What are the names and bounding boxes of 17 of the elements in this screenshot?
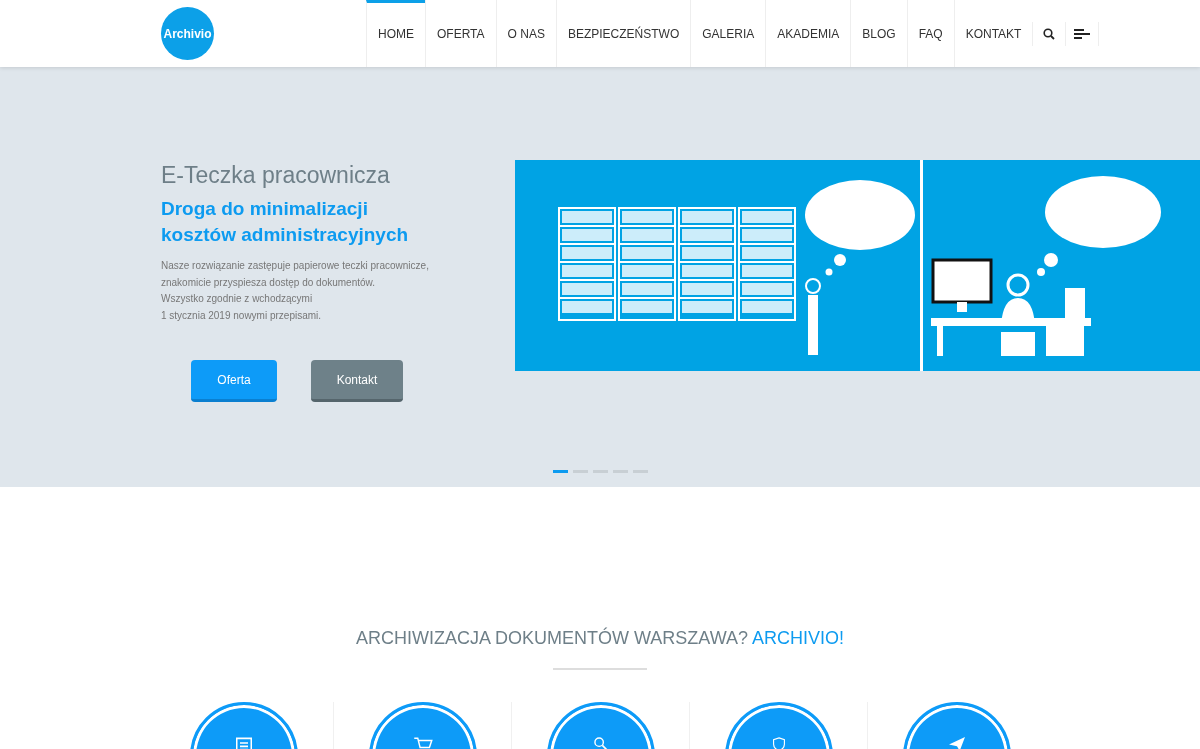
slide-indicator[interactable] xyxy=(552,470,568,473)
search-icon xyxy=(1043,27,1056,40)
section-heading: ARCHIWIZACJA DOKUMENTÓW WARSZAWA? ARCHIVIO! xyxy=(355,626,844,650)
hero-text: znakomicie przyspiesza dostęp do dokumentów. xyxy=(161,275,376,290)
document-icon xyxy=(236,737,252,749)
hero-text: 1 stycznia 2019 nowymi przepisami. xyxy=(161,308,323,323)
shield-icon xyxy=(771,737,786,749)
cart-icon xyxy=(412,737,433,749)
hero-text: Wszystko zgodnie z wchodzącymi xyxy=(161,292,314,306)
hero-title: E-Teczka pracownicza xyxy=(161,161,391,190)
menu-icon xyxy=(1074,28,1091,39)
menu-button[interactable] xyxy=(1065,21,1100,46)
hero-text: Nasze rozwiązanie zastępuje papierowe teczki pracownicze, xyxy=(161,259,430,273)
contact-button[interactable]: Kontakt xyxy=(311,360,403,402)
plane-icon xyxy=(948,737,965,749)
magnifier-icon xyxy=(593,737,608,749)
hero-subtitle: Droga do minimalizacji kosztów administracyjnych xyxy=(161,197,410,247)
